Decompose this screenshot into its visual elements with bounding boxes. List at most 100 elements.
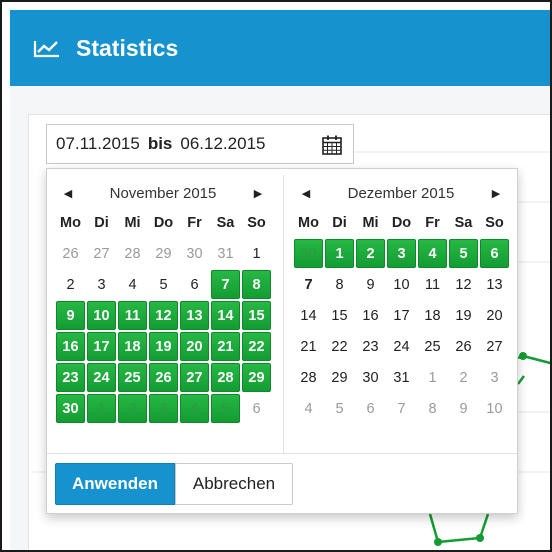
day-cell[interactable]: 31 [386, 362, 417, 393]
footer-divider [47, 453, 517, 454]
day-cell[interactable]: 19 [149, 332, 178, 361]
day-cell[interactable]: 14 [293, 300, 324, 331]
date-range-input[interactable]: 07.11.2015 bis 06.12.2015 [46, 124, 354, 164]
day-cell[interactable]: 28 [293, 362, 324, 393]
day-cell[interactable]: 27 [180, 363, 209, 392]
day-cell[interactable]: 5 [148, 269, 179, 300]
day-cell[interactable]: 8 [324, 269, 355, 300]
day-cell[interactable]: 18 [118, 332, 147, 361]
day-cell[interactable]: 4 [180, 394, 209, 423]
day-cell[interactable]: 27 [479, 331, 510, 362]
day-cell[interactable]: 14 [211, 301, 240, 330]
day-cell[interactable]: 3 [387, 239, 416, 268]
app-frame: Statistics 07.11.2015 bis 06.12.2015 ◀ N… [0, 0, 552, 552]
day-cell[interactable]: 17 [386, 300, 417, 331]
day-cell[interactable]: 15 [242, 301, 271, 330]
day-cell[interactable]: 19 [448, 300, 479, 331]
day-cell[interactable]: 1 [325, 239, 354, 268]
day-cell[interactable]: 3 [479, 362, 510, 393]
day-cell[interactable]: 5 [449, 239, 478, 268]
day-cell[interactable]: 25 [417, 331, 448, 362]
day-cell[interactable]: 9 [56, 301, 85, 330]
day-cell[interactable]: 5 [324, 393, 355, 424]
day-cell[interactable]: 15 [324, 300, 355, 331]
day-cell[interactable]: 29 [324, 362, 355, 393]
day-cell[interactable]: 30 [179, 238, 210, 269]
apply-button[interactable]: Anwenden [55, 463, 175, 505]
day-cell[interactable]: 5 [211, 394, 240, 423]
day-cell[interactable]: 13 [180, 301, 209, 330]
day-cell[interactable]: 18 [417, 300, 448, 331]
next-month-icon[interactable]: ▶ [489, 187, 503, 200]
day-cell[interactable]: 12 [448, 269, 479, 300]
day-cell[interactable]: 16 [56, 332, 85, 361]
day-cell[interactable]: 22 [242, 332, 271, 361]
calendar-icon[interactable] [321, 134, 343, 156]
calendar-divider [283, 175, 284, 453]
day-cell[interactable]: 27 [86, 238, 117, 269]
day-cell[interactable]: 16 [355, 300, 386, 331]
day-cell[interactable]: 26 [149, 363, 178, 392]
day-cell[interactable]: 28 [117, 238, 148, 269]
day-cell[interactable]: 3 [149, 394, 178, 423]
day-cell[interactable]: 1 [417, 362, 448, 393]
day-cell[interactable]: 8 [242, 270, 271, 299]
day-cell[interactable]: 9 [448, 393, 479, 424]
day-cell[interactable]: 23 [56, 363, 85, 392]
day-cell[interactable]: 24 [386, 331, 417, 362]
calendar-header: ◀ Dezember 2015 ▶ [293, 179, 513, 207]
day-cell[interactable]: 11 [417, 269, 448, 300]
day-cell[interactable]: 2 [55, 269, 86, 300]
day-cell[interactable]: 30 [355, 362, 386, 393]
date-range-picker: ◀ November 2015 ▶ Mo Di Mi Do Fr Sa So 26 27 28 29… [46, 168, 518, 514]
day-cell[interactable]: 21 [211, 332, 240, 361]
calendar-grid: Mo Di Mi Do Fr Sa So 26 27 28 29 30 31 1 2 3 4 5 6 7 8 9 10 11 1… [55, 207, 275, 424]
day-cell[interactable]: 10 [479, 393, 510, 424]
range-separator: bis [147, 134, 173, 153]
next-month-icon[interactable]: ▶ [251, 187, 265, 200]
day-cell[interactable]: 1 [87, 394, 116, 423]
day-cell[interactable]: 10 [87, 301, 116, 330]
day-cell[interactable]: 2 [448, 362, 479, 393]
day-cell[interactable]: 26 [448, 331, 479, 362]
day-cell[interactable]: 13 [479, 269, 510, 300]
day-cell[interactable]: 23 [355, 331, 386, 362]
day-cell[interactable]: 25 [118, 363, 147, 392]
day-cell[interactable]: 9 [355, 269, 386, 300]
day-cell[interactable]: 11 [118, 301, 147, 330]
day-cell[interactable]: 7 [386, 393, 417, 424]
day-cell[interactable]: 2 [356, 239, 385, 268]
day-cell[interactable]: 8 [417, 393, 448, 424]
day-cell[interactable]: 4 [117, 269, 148, 300]
day-cell[interactable]: 29 [148, 238, 179, 269]
calendar-november: ◀ November 2015 ▶ Mo Di Mi Do Fr Sa So 26 27 28 29… [55, 179, 275, 424]
day-cell[interactable]: 17 [87, 332, 116, 361]
day-cell[interactable]: 2 [118, 394, 147, 423]
day-cell[interactable]: 6 [241, 393, 272, 424]
prev-month-icon[interactable]: ◀ [299, 187, 313, 200]
day-cell[interactable]: 26 [55, 238, 86, 269]
day-cell[interactable]: 7 [211, 270, 240, 299]
day-cell[interactable]: 12 [149, 301, 178, 330]
day-cell[interactable]: 6 [355, 393, 386, 424]
day-cell[interactable]: 24 [87, 363, 116, 392]
day-cell[interactable]: 29 [242, 363, 271, 392]
day-cell[interactable]: 21 [293, 331, 324, 362]
day-cell[interactable]: 22 [324, 331, 355, 362]
day-cell[interactable]: 20 [180, 332, 209, 361]
day-cell[interactable]: 1 [241, 238, 272, 269]
day-cell[interactable]: 20 [479, 300, 510, 331]
cancel-button[interactable]: Abbrechen [175, 463, 293, 505]
day-cell[interactable]: 6 [480, 239, 509, 268]
day-cell[interactable]: 4 [293, 393, 324, 424]
day-cell[interactable]: 4 [418, 239, 447, 268]
day-cell[interactable]: 30 [294, 239, 323, 268]
day-cell[interactable]: 30 [56, 394, 85, 423]
day-cell[interactable]: 6 [179, 269, 210, 300]
day-cell[interactable]: 28 [211, 363, 240, 392]
day-cell[interactable]: 7 [293, 269, 324, 300]
prev-month-icon[interactable]: ◀ [61, 187, 75, 200]
day-cell[interactable]: 31 [210, 238, 241, 269]
day-cell[interactable]: 3 [86, 269, 117, 300]
day-cell[interactable]: 10 [386, 269, 417, 300]
